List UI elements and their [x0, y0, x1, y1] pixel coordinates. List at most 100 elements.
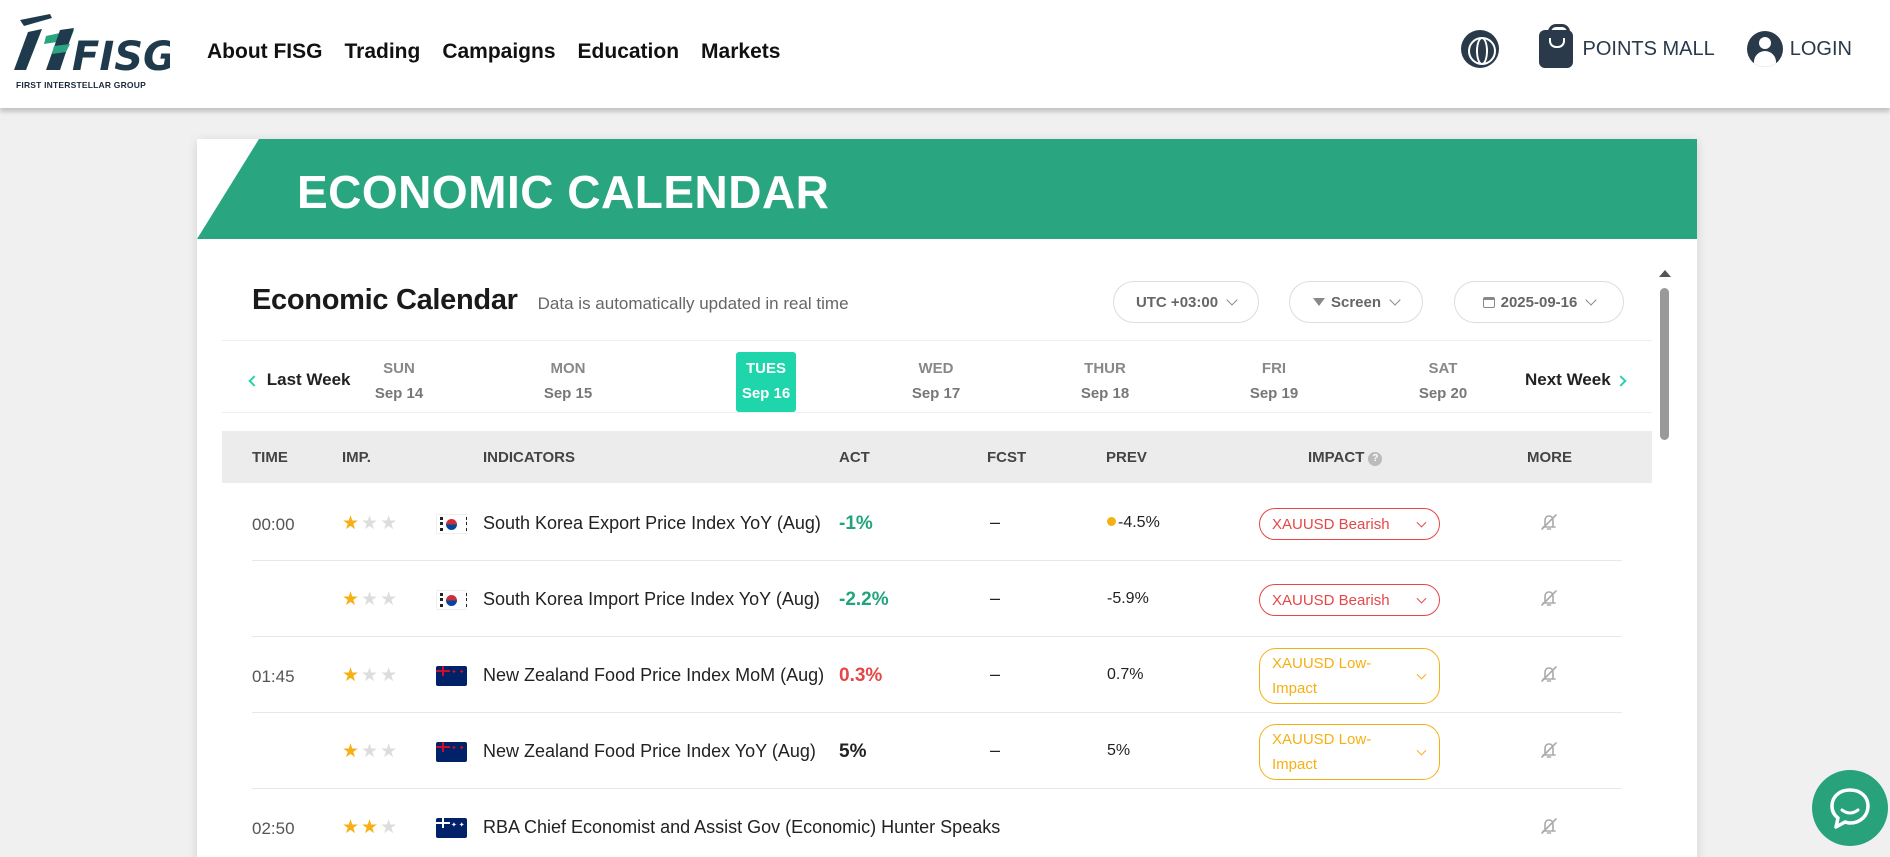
day-tues-selected[interactable]: TUES Sep 16	[736, 352, 796, 412]
screen-filter[interactable]: Screen	[1289, 281, 1423, 323]
nav-about-fisg[interactable]: About FISG	[207, 40, 322, 64]
calendar-header: Economic Calendar Data is automatically …	[252, 284, 849, 317]
previous-value: 0.7%	[1107, 666, 1144, 683]
header-more: MORE	[1527, 449, 1572, 466]
chevron-down-icon	[1416, 745, 1427, 756]
actual-value: -1%	[839, 513, 873, 534]
australia-flag	[436, 818, 467, 838]
next-week-button[interactable]: Next Week	[1525, 370, 1628, 390]
star-icon: ★	[380, 513, 400, 534]
scrollbar-thumb[interactable]	[1660, 288, 1669, 440]
table-row[interactable]: 01:45 ★★★ New Zealand Food Price Index M…	[252, 637, 1622, 713]
bell-off-icon[interactable]	[1539, 664, 1559, 684]
scrollbar[interactable]	[1657, 268, 1671, 857]
day-date: Sep 16	[741, 385, 791, 402]
user-icon[interactable]	[1746, 31, 1783, 67]
day-sun[interactable]: SUN Sep 14	[369, 352, 429, 412]
header-time: TIME	[252, 449, 288, 466]
star-icon: ★	[380, 665, 400, 686]
nav-actions: POINTS MALL LOGIN	[1461, 24, 1852, 68]
table-row[interactable]: ★★★ South Korea Import Price Index YoY (…	[252, 561, 1622, 637]
south-korea-flag	[436, 514, 467, 534]
nav-education[interactable]: Education	[578, 40, 680, 64]
date-value: 2025-09-16	[1500, 293, 1578, 311]
star-icon: ★	[342, 817, 362, 838]
timezone-select[interactable]: UTC +03:00	[1113, 281, 1259, 323]
table-row[interactable]: 02:50 ★★★ RBA Chief Economist and Assist…	[252, 789, 1622, 857]
day-date: Sep 17	[911, 385, 961, 402]
indicator-name[interactable]: New Zealand Food Price Index YoY (Aug)	[483, 741, 816, 762]
forecast-value: –	[990, 512, 1001, 532]
header-previous: PREV	[1106, 449, 1147, 466]
page-title: ECONOMIC CALENDAR	[297, 166, 830, 218]
indicator-name[interactable]: New Zealand Food Price Index MoM (Aug)	[483, 665, 824, 686]
main-menu: About FISG Trading Campaigns Education M…	[207, 40, 802, 64]
impact-dropdown[interactable]: XAUUSD Bearish	[1259, 584, 1440, 616]
nav-trading[interactable]: Trading	[344, 40, 420, 64]
bell-off-icon[interactable]	[1539, 740, 1559, 760]
importance-stars: ★★★	[342, 816, 399, 839]
bell-off-icon[interactable]	[1539, 512, 1559, 532]
star-icon: ★	[342, 665, 362, 686]
day-mon[interactable]: MON Sep 15	[538, 352, 598, 412]
date-picker[interactable]: 2025-09-16	[1454, 281, 1624, 323]
chevron-left-icon	[248, 375, 260, 387]
indicator-name[interactable]: South Korea Export Price Index YoY (Aug)	[483, 513, 821, 534]
filter-icon	[1312, 298, 1325, 306]
header-actual: ACT	[839, 449, 870, 466]
bell-off-icon[interactable]	[1539, 588, 1559, 608]
event-time: 00:00	[252, 515, 295, 534]
star-icon: ★	[361, 741, 381, 762]
importance-stars: ★★★	[342, 512, 399, 535]
previous-value: -4.5%	[1107, 514, 1160, 532]
header-impact-label: IMPACT	[1308, 449, 1365, 466]
forecast-value: –	[990, 664, 1001, 684]
shopping-bag-icon[interactable]	[1539, 24, 1574, 68]
login-link[interactable]: LOGIN	[1790, 38, 1852, 61]
star-icon: ★	[342, 589, 362, 610]
nav-markets[interactable]: Markets	[701, 40, 780, 64]
star-icon: ★	[380, 741, 400, 762]
forecast-value: –	[990, 740, 1001, 760]
day-name: MON	[550, 360, 586, 377]
day-wed[interactable]: WED Sep 17	[906, 352, 966, 412]
day-fri[interactable]: FRI Sep 19	[1244, 352, 1304, 412]
chevron-down-icon	[1226, 294, 1238, 306]
impact-dropdown[interactable]: XAUUSD Bearish	[1259, 508, 1440, 540]
calendar-icon	[1482, 296, 1495, 308]
page-banner: ECONOMIC CALENDAR	[197, 139, 1697, 239]
last-week-button[interactable]: Last Week	[248, 370, 351, 390]
south-korea-flag	[436, 590, 467, 610]
impact-label: XAUUSD Low-Impact	[1272, 731, 1372, 773]
indicator-name[interactable]: RBA Chief Economist and Assist Gov (Econ…	[483, 817, 1000, 838]
actual-value: 0.3%	[839, 665, 883, 686]
impact-dropdown[interactable]: XAUUSD Low-Impact	[1259, 724, 1440, 780]
table-row[interactable]: ★★★ New Zealand Food Price Index YoY (Au…	[252, 713, 1622, 789]
day-thur[interactable]: THUR Sep 18	[1075, 352, 1135, 412]
day-date: Sep 18	[1080, 385, 1130, 402]
chat-button[interactable]	[1812, 770, 1888, 846]
impact-label: XAUUSD Bearish	[1272, 515, 1390, 533]
day-sat[interactable]: SAT Sep 20	[1413, 352, 1473, 412]
day-name: TUES	[745, 360, 786, 377]
day-date: Sep 14	[374, 385, 424, 402]
chevron-right-icon	[1615, 375, 1628, 387]
globe-icon[interactable]	[1461, 30, 1500, 68]
help-icon[interactable]: ?	[1368, 452, 1383, 466]
scroll-up-arrow-icon[interactable]	[1659, 270, 1671, 277]
points-mall-link[interactable]: POINTS MALL	[1582, 38, 1714, 61]
event-time: 02:50	[252, 819, 295, 838]
indicator-name[interactable]: South Korea Import Price Index YoY (Aug)	[483, 589, 820, 610]
last-week-label: Last Week	[266, 370, 351, 389]
revision-dot-icon	[1107, 517, 1116, 526]
table-row[interactable]: 00:00 ★★★ South Korea Export Price Index…	[252, 485, 1622, 561]
chevron-down-icon	[1416, 669, 1427, 680]
calendar-subtitle: Data is automatically updated in real ti…	[537, 294, 849, 313]
nav-campaigns[interactable]: Campaigns	[442, 40, 555, 64]
divider	[222, 412, 1652, 413]
star-icon: ★	[361, 665, 381, 686]
day-date: Sep 15	[543, 385, 593, 402]
divider	[222, 340, 1652, 341]
impact-dropdown[interactable]: XAUUSD Low-Impact	[1259, 648, 1440, 704]
bell-off-icon[interactable]	[1539, 816, 1559, 836]
